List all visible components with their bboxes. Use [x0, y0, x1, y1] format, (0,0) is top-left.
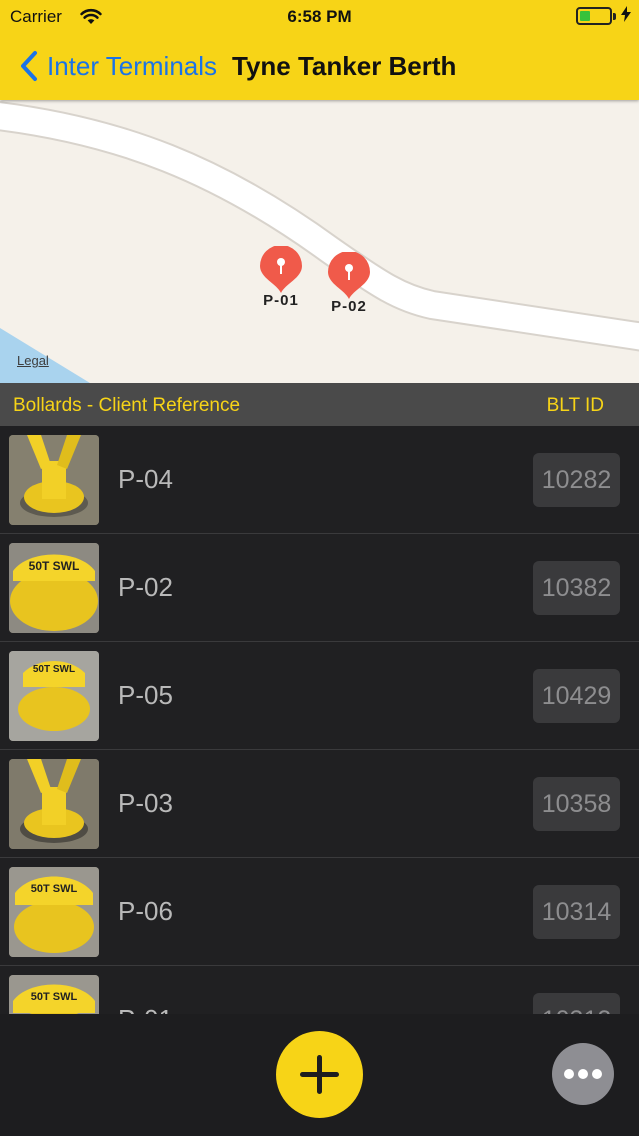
list-item[interactable]: P-03 10358 — [0, 750, 639, 858]
list-item[interactable]: 50T SWL P-02 10382 — [0, 534, 639, 642]
section-title: Bollards - Client Reference — [13, 395, 241, 416]
blt-id-badge: 10312 — [533, 993, 620, 1016]
list-item[interactable]: 50T SWL P-05 10429 — [0, 642, 639, 750]
blt-id-badge: 10358 — [533, 777, 620, 831]
pin-label: P-02 — [331, 298, 367, 315]
svg-text:50T SWL: 50T SWL — [33, 664, 75, 675]
bollard-photo — [9, 759, 99, 849]
map-pin-icon — [328, 252, 370, 299]
ellipsis-icon — [564, 1069, 602, 1079]
plus-icon — [300, 1055, 339, 1094]
map-pin-icon — [260, 246, 302, 293]
battery-icon — [576, 7, 616, 25]
blt-id-badge: 10382 — [533, 561, 620, 615]
blt-id-badge: 10282 — [533, 453, 620, 507]
list-item[interactable]: P-04 10282 — [0, 426, 639, 534]
navigation-bar: Inter Terminals Tyne Tanker Berth — [0, 34, 639, 98]
svg-text:50T SWL: 50T SWL — [31, 883, 78, 895]
list-item[interactable]: 50T SWL P-06 10314 — [0, 858, 639, 966]
svg-text:50T SWL: 50T SWL — [29, 559, 80, 573]
client-reference: P-06 — [118, 896, 173, 926]
bollard-photo: 50T SWL — [9, 543, 99, 633]
bottom-toolbar — [0, 1014, 639, 1136]
bolt-icon — [621, 6, 631, 26]
bollard-photo: 50T SWL — [9, 975, 99, 1016]
bollard-photo: 50T SWL — [9, 651, 99, 741]
client-reference: P-03 — [118, 788, 173, 818]
bollard-photo: 50T SWL — [9, 867, 99, 957]
map-view[interactable]: Legal P-01 P-02 — [0, 100, 639, 383]
bollard-list[interactable]: P-04 10282 50T SWL P-02 10382 50T SWL P-… — [0, 426, 639, 1016]
column-header-blt-id: BLT ID — [546, 395, 604, 416]
page-title: Tyne Tanker Berth — [232, 51, 457, 81]
blt-id-badge: 10429 — [533, 669, 620, 723]
top-bar: Carrier 6:58 PM Inter Terminals Tyne Tan… — [0, 0, 639, 100]
client-reference: P-04 — [118, 464, 173, 494]
section-header: Bollards - Client Reference BLT ID — [0, 383, 639, 426]
list-item[interactable]: 50T SWL P-01 10312 — [0, 966, 639, 1016]
map-pin[interactable]: P-02 — [327, 252, 371, 315]
add-button[interactable] — [276, 1031, 363, 1118]
clock: 6:58 PM — [287, 7, 352, 26]
map-pin[interactable]: P-01 — [259, 246, 303, 309]
map-roads — [0, 101, 639, 383]
client-reference: P-02 — [118, 572, 173, 602]
back-button[interactable]: Inter Terminals — [47, 51, 217, 82]
bollard-photo — [9, 435, 99, 525]
legal-link[interactable]: Legal — [17, 353, 49, 368]
more-button[interactable] — [552, 1043, 614, 1105]
chevron-left-icon[interactable] — [18, 50, 40, 82]
blt-id-badge: 10314 — [533, 885, 620, 939]
client-reference: P-05 — [118, 680, 173, 710]
status-bar: Carrier 6:58 PM — [0, 0, 639, 34]
pin-label: P-01 — [263, 292, 299, 309]
svg-text:50T SWL: 50T SWL — [31, 991, 78, 1003]
